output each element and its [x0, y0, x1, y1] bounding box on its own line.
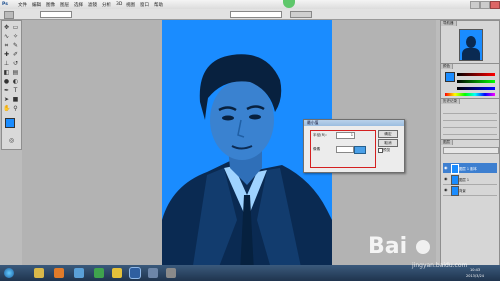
style-dropdown[interactable]	[230, 11, 282, 18]
media-icon[interactable]	[54, 268, 64, 278]
crop-tool-icon[interactable]: ⌗	[3, 42, 10, 49]
dodge-tool-icon[interactable]: ◐	[12, 78, 19, 85]
history-item[interactable]	[443, 121, 497, 128]
green-slider[interactable]	[457, 80, 495, 83]
zoom-tool-icon[interactable]: ⚲	[12, 105, 19, 112]
eraser-tool-icon[interactable]: ◧	[3, 69, 10, 76]
refine-edge-button[interactable]	[290, 11, 312, 18]
menu-3d[interactable]: 3D	[116, 2, 122, 7]
move-tool-icon[interactable]: ✥	[3, 24, 10, 31]
menu-help[interactable]: 帮助	[154, 2, 163, 8]
options-bar	[0, 9, 500, 20]
watermark-url: jingyan.baidu.com	[412, 262, 468, 269]
pen-tool-icon[interactable]: ✒	[3, 87, 10, 94]
menu-layer[interactable]: 图层	[60, 2, 69, 8]
toolbox: ✥ ▭ ∿ ✧ ⌗ ✎ ✚ ✐ ⊥ ↺ ◧ ▤ ● ◐ ✒ T ➤ ■ ✋ ⚲ …	[1, 20, 22, 150]
blend-mode-dropdown[interactable]	[443, 147, 499, 154]
eye-icon[interactable]: ◉	[444, 187, 448, 192]
menu-edit[interactable]: 编辑	[32, 2, 41, 8]
gradient-tool-icon[interactable]: ▤	[12, 69, 19, 76]
color-panel: 颜色	[440, 63, 500, 99]
dialog-title: 最小值	[304, 120, 404, 126]
layer-row[interactable]: ◉ 背景	[443, 185, 497, 196]
menu-select[interactable]: 选择	[74, 2, 83, 8]
radius-label: 半径(R):	[313, 133, 327, 137]
baidu-watermark: Bai jingyan.baidu.com	[360, 232, 495, 277]
menu-image[interactable]: 图像	[46, 2, 55, 8]
magic-wand-tool-icon[interactable]: ✧	[12, 33, 19, 40]
radius-stepper[interactable]	[354, 146, 366, 154]
app-logo: Ps	[2, 2, 8, 7]
ok-button[interactable]: 确定	[378, 130, 398, 138]
history-brush-tool-icon[interactable]: ↺	[12, 60, 19, 67]
quick-mask-icon[interactable]: ◎	[8, 137, 15, 144]
menu-file[interactable]: 文件	[18, 2, 27, 8]
color-ramp[interactable]	[445, 93, 495, 96]
layer-name: 图层 1	[459, 178, 470, 182]
photoshop-task-icon[interactable]	[130, 268, 140, 278]
history-panel: 历史记录	[440, 98, 500, 140]
blur-tool-icon[interactable]: ●	[3, 78, 10, 85]
app-task-icon[interactable]	[148, 268, 158, 278]
unit-label: 像素	[313, 147, 321, 151]
start-button-icon[interactable]	[4, 268, 14, 278]
navigator-panel: 导航器	[440, 20, 500, 64]
status-indicator-icon	[283, 0, 295, 8]
tab-navigator[interactable]: 导航器	[441, 21, 457, 26]
menu-view[interactable]: 视图	[126, 2, 135, 8]
tool-preset-button[interactable]	[4, 11, 14, 19]
paw-icon	[416, 240, 430, 254]
tab-history[interactable]: 历史记录	[441, 99, 460, 104]
app-task-icon[interactable]	[166, 268, 176, 278]
healing-tool-icon[interactable]: ✚	[3, 51, 10, 58]
layer-thumbnail	[451, 175, 459, 185]
layer-name: 背景	[459, 189, 466, 193]
close-button[interactable]	[490, 1, 500, 9]
layer-row[interactable]: ◉ 图层 1 副本	[443, 163, 497, 174]
layer-row[interactable]: ◉ 图层 1	[443, 174, 497, 185]
layer-thumbnail	[451, 186, 459, 196]
maximize-button[interactable]	[480, 1, 490, 9]
menu-filter[interactable]: 滤镜	[88, 2, 97, 8]
chrome-icon[interactable]	[112, 268, 122, 278]
preview-label: 预览	[383, 148, 391, 152]
brush-tool-icon[interactable]: ✐	[12, 51, 19, 58]
eye-icon[interactable]: ◉	[444, 165, 448, 170]
history-item[interactable]	[443, 114, 497, 121]
eye-icon[interactable]: ◉	[444, 176, 448, 181]
eyedropper-tool-icon[interactable]: ✎	[12, 42, 19, 49]
minimize-button[interactable]	[470, 1, 480, 9]
radius-slider-field[interactable]	[336, 146, 354, 153]
navigator-thumbnail[interactable]	[459, 29, 483, 61]
type-tool-icon[interactable]: T	[12, 87, 19, 94]
browser-icon[interactable]	[74, 268, 84, 278]
color-fg-swatch[interactable]	[445, 72, 455, 82]
menu-window[interactable]: 窗口	[140, 2, 149, 8]
layer-name: 图层 1 副本	[459, 167, 477, 171]
marquee-tool-icon[interactable]: ▭	[12, 24, 19, 31]
watermark-logo: Bai	[368, 234, 408, 259]
lasso-tool-icon[interactable]: ∿	[3, 33, 10, 40]
cancel-button[interactable]: 取消	[378, 139, 398, 147]
foreground-color-swatch[interactable]	[5, 118, 15, 128]
shape-tool-icon[interactable]: ■	[12, 96, 19, 103]
history-item[interactable]	[443, 107, 497, 114]
radius-input[interactable]: 1	[336, 132, 355, 139]
blue-slider[interactable]	[457, 87, 495, 90]
tab-layers[interactable]: 图层	[441, 140, 453, 145]
stamp-tool-icon[interactable]: ⊥	[3, 60, 10, 67]
layer-thumbnail	[451, 164, 459, 174]
tab-color[interactable]: 颜色	[441, 64, 453, 69]
option-field[interactable]	[40, 11, 72, 18]
history-item[interactable]	[443, 128, 497, 135]
chat-icon[interactable]	[94, 268, 104, 278]
minimum-filter-dialog: 最小值 半径(R): 1 像素 确定 取消 预览	[303, 119, 405, 173]
explorer-icon[interactable]	[34, 268, 44, 278]
red-slider[interactable]	[457, 73, 495, 76]
hand-tool-icon[interactable]: ✋	[3, 105, 10, 112]
path-select-tool-icon[interactable]: ➤	[3, 96, 10, 103]
menu-analysis[interactable]: 分析	[102, 2, 111, 8]
